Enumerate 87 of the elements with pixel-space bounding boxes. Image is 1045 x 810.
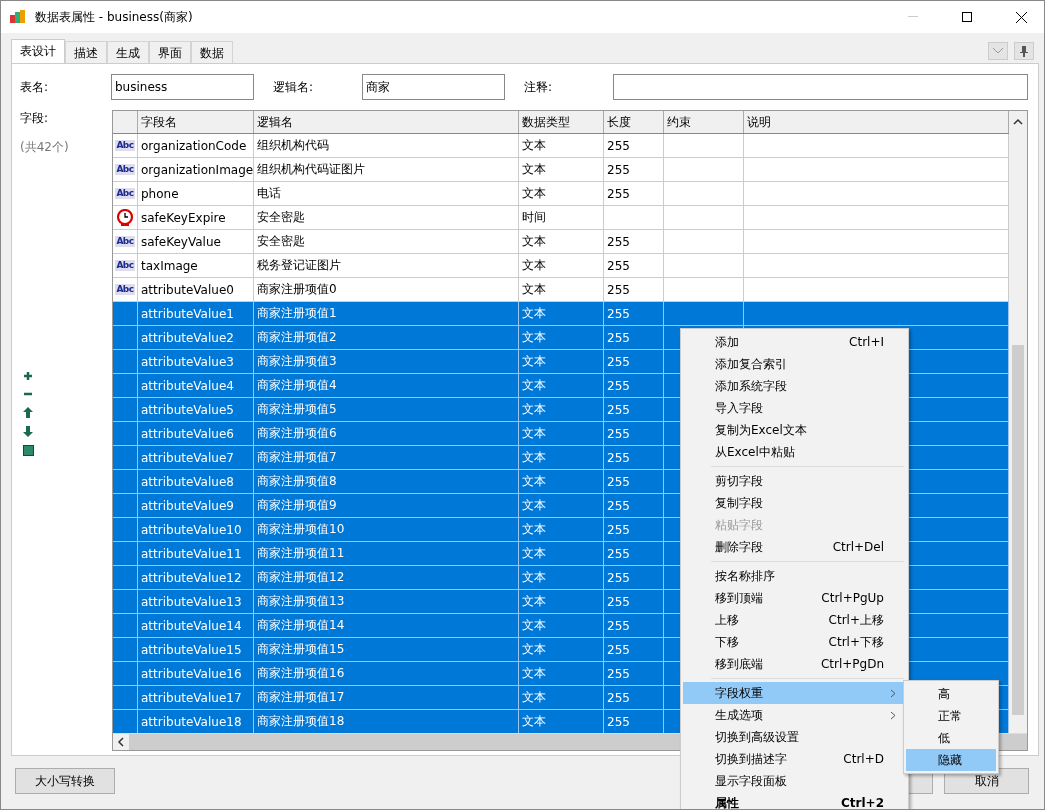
table-cell: 文本 (519, 254, 604, 278)
chevron-right-icon (890, 710, 896, 720)
table-cell: 组织机构代码 (254, 134, 519, 158)
table-cell: 255 (604, 230, 664, 254)
table-cell: 文本 (519, 134, 604, 158)
table-cell: 时间 (519, 206, 604, 230)
menu-item[interactable]: 复制为Excel文本 (683, 419, 906, 441)
fields-label: 字段: (20, 110, 50, 127)
add-icon[interactable] (23, 371, 33, 381)
table-cell: 组织机构代码证图片 (254, 158, 519, 182)
pin-icon (1020, 45, 1028, 57)
pin-button[interactable] (1014, 42, 1034, 60)
menu-item[interactable]: 下移 Ctrl+下移 (683, 631, 906, 653)
down-arrow-icon[interactable] (23, 426, 33, 437)
field-label: 逻辑名: (273, 78, 315, 96)
tab[interactable]: 表设计 (11, 39, 65, 63)
menu-item[interactable]: 隐藏 (906, 749, 996, 771)
table-cell: 255 (604, 158, 664, 182)
column-header[interactable]: 数据类型 (519, 111, 604, 133)
menu-item[interactable]: 删除字段 Ctrl+Del (683, 536, 906, 558)
chevron-right-icon (890, 688, 896, 698)
menu-item[interactable]: 上移 Ctrl+上移 (683, 609, 906, 631)
caret-left-icon[interactable] (117, 737, 125, 747)
close-icon[interactable] (1015, 11, 1027, 23)
menu-item[interactable]: 从Excel中粘贴 (683, 441, 906, 463)
menu-item[interactable]: 复制字段 (683, 492, 906, 514)
table-cell: phone (138, 182, 254, 206)
column-header[interactable]: 约束 (664, 111, 744, 133)
table-cell: 电话 (254, 182, 519, 206)
menu-item[interactable]: 生成选项 (683, 704, 906, 726)
menu-item[interactable]: 正常 (906, 705, 996, 727)
table-cell: organizationCode (138, 134, 254, 158)
menu-item[interactable]: 移到顶端 Ctrl+PgUp (683, 587, 906, 609)
case-convert-button[interactable]: 大小写转换 (15, 768, 115, 794)
table-cell: taxImage (138, 254, 254, 278)
maximize-icon[interactable] (962, 12, 972, 22)
tab[interactable]: 数据 (191, 41, 233, 63)
table-cell: organizationImage (138, 158, 254, 182)
table-cell: 安全密匙 (254, 230, 519, 254)
menu-item[interactable]: 字段权重 (683, 682, 906, 704)
table-name-field[interactable]: business (111, 74, 254, 100)
text-type-icon: Abc (115, 188, 135, 199)
menu-item[interactable]: 添加复合索引 (683, 353, 906, 375)
up-arrow-icon[interactable] (23, 407, 33, 418)
table-cell: safeKeyExpire (138, 206, 254, 230)
menu-item[interactable]: 属性 Ctrl+2 (683, 792, 906, 809)
menu-item[interactable]: 导入字段 (683, 397, 906, 419)
menu-item[interactable]: 低 (906, 727, 996, 749)
column-header[interactable]: 长度 (604, 111, 664, 133)
text-type-icon: Abc (115, 260, 135, 271)
menu-item[interactable]: 添加系统字段 (683, 375, 906, 397)
window-title: 数据表属性 - business(商家) (35, 8, 194, 26)
text-type-icon: Abc (115, 140, 135, 151)
field-label: 注释: (524, 78, 554, 96)
table-cell: safeKeyValue (138, 230, 254, 254)
table-cell: 文本 (519, 158, 604, 182)
text-type-icon: Abc (115, 236, 135, 247)
column-header[interactable]: 字段名 (138, 111, 254, 133)
table-cell: 安全密匙 (254, 206, 519, 230)
table-cell: 税务登记证图片 (254, 254, 519, 278)
tab[interactable]: 界面 (149, 41, 191, 63)
menu-item[interactable]: 切换到描述字 Ctrl+D (683, 748, 906, 770)
menu-item[interactable]: 剪切字段 (683, 470, 906, 492)
app-icon (9, 9, 27, 25)
text-type-icon: Abc (115, 284, 135, 295)
table-cell: 文本 (519, 230, 604, 254)
text-type-icon: Abc (115, 164, 135, 175)
tab[interactable]: 描述 (65, 41, 107, 63)
table-cell: 文本 (519, 182, 604, 206)
menu-item[interactable]: 显示字段面板 (683, 770, 906, 792)
tab[interactable]: 生成 (107, 41, 149, 63)
menu-item[interactable]: 移到底端 Ctrl+PgDn (683, 653, 906, 675)
menu-item[interactable]: 高 (906, 683, 996, 705)
vertical-scrollbar[interactable] (1009, 111, 1027, 733)
field-label: 表名: (20, 78, 50, 96)
menu-item[interactable]: 按名称排序 (683, 565, 906, 587)
menu-item[interactable]: 切换到高级设置 (683, 726, 906, 748)
menu-item[interactable]: 添加 Ctrl+I (683, 331, 906, 353)
square-icon[interactable] (22, 445, 34, 456)
table-cell: 255 (604, 182, 664, 206)
fields-count: (共42个) (20, 139, 70, 156)
column-header[interactable]: 逻辑名 (254, 111, 519, 133)
logical-name-field[interactable]: 商家 (362, 74, 505, 100)
chevron-down-icon (993, 48, 1003, 54)
table-cell: 255 (604, 134, 664, 158)
comment-field[interactable] (613, 74, 1028, 100)
table-cell: 255 (604, 254, 664, 278)
